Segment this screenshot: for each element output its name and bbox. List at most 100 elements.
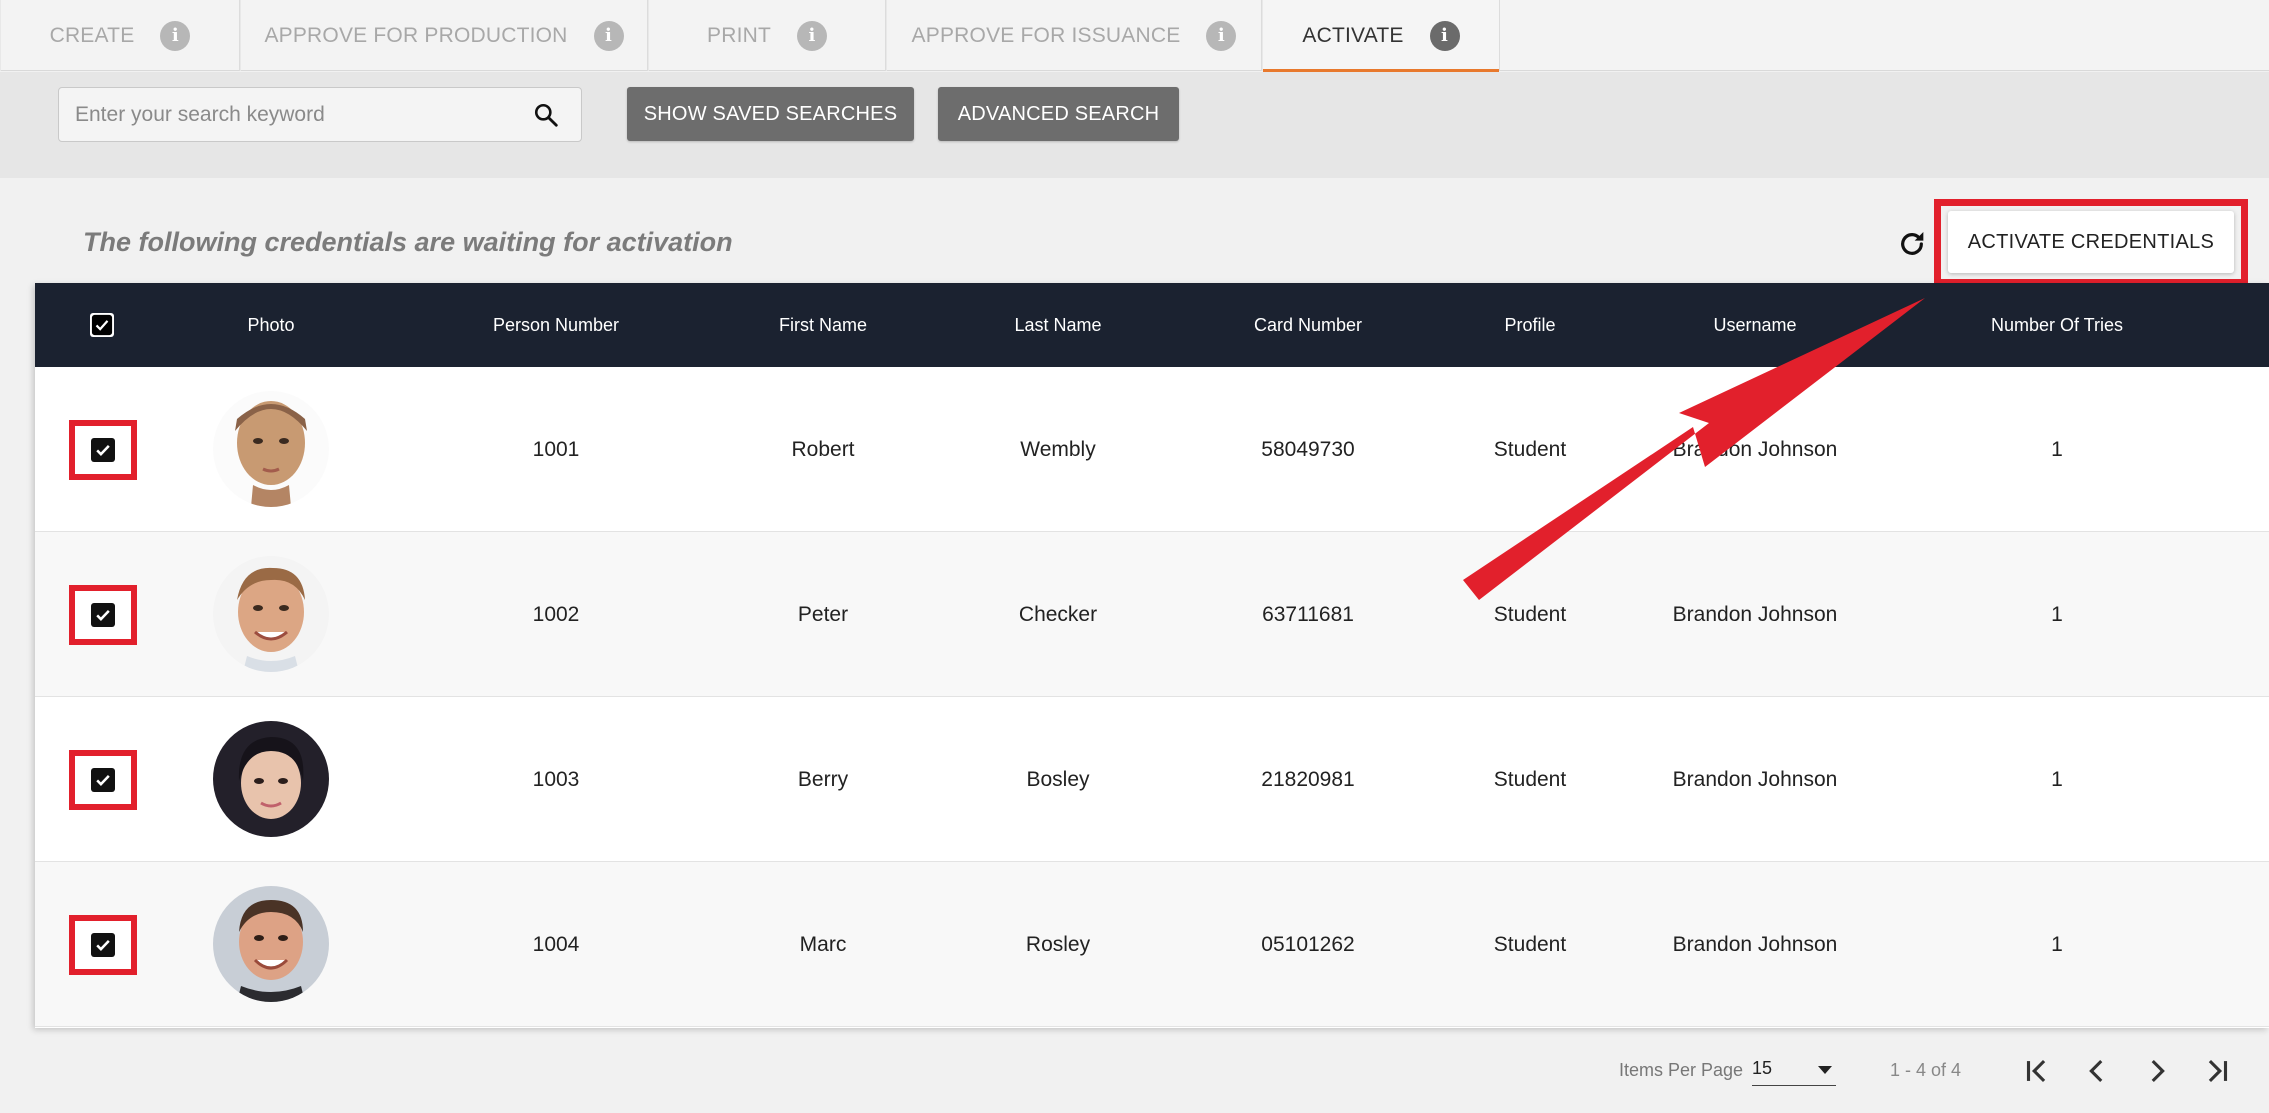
checkbox-checked-icon <box>96 939 110 951</box>
row-checkbox-highlight[interactable] <box>69 750 137 810</box>
search-input[interactable] <box>59 88 519 141</box>
items-per-page-select[interactable]: 15 <box>1752 1054 1836 1086</box>
tab-approve-for-production[interactable]: APPROVE FOR PRODUCTION i <box>240 0 648 71</box>
checkbox-checked-icon <box>96 774 110 786</box>
tab-label: ACTIVATE <box>1302 23 1404 47</box>
cell-card-number: 63711681 <box>1262 602 1354 626</box>
table-row[interactable]: 1004 Marc Rosley 05101262 Student Brando… <box>35 862 2269 1027</box>
cell-first-name: Robert <box>791 437 855 461</box>
avatar <box>213 721 329 837</box>
table-row[interactable]: 1002 Peter Checker 63711681 Student Bran… <box>35 532 2269 697</box>
info-icon[interactable]: i <box>797 20 827 51</box>
cell-card-number: 05101262 <box>1261 932 1355 956</box>
cell-person-number: 1001 <box>532 437 580 461</box>
cell-profile: Student <box>1493 932 1567 956</box>
prev-page-icon[interactable] <box>2080 1054 2114 1088</box>
cell-number-of-tries: 1 <box>2051 602 2063 626</box>
cell-person-number: 1004 <box>532 932 580 956</box>
pagination-bar: Items Per Page 15 1 - 4 of 4 <box>0 1028 2269 1113</box>
cell-first-name: Marc <box>799 932 847 956</box>
table-header: Photo Person Number First Name Last Name… <box>35 283 2269 367</box>
column-header-person-number[interactable]: Person Number <box>493 283 619 367</box>
show-saved-searches-button[interactable]: SHOW SAVED SEARCHES <box>627 87 914 141</box>
person-photo-icon <box>213 556 329 672</box>
column-header-last-name[interactable]: Last Name <box>1014 283 1101 367</box>
cell-username: Brandon Johnson <box>1672 767 1838 791</box>
cell-username: Brandon Johnson <box>1672 932 1838 956</box>
tab-label: PRINT <box>707 23 771 47</box>
row-checkbox-highlight[interactable] <box>69 585 137 645</box>
cell-first-name: Peter <box>797 602 849 626</box>
person-photo-icon <box>213 391 329 507</box>
row-checkbox[interactable] <box>91 438 115 462</box>
tab-label: APPROVE FOR ISSUANCE <box>911 23 1181 47</box>
column-header-photo[interactable]: Photo <box>247 283 294 367</box>
items-per-page-label: Items Per Page <box>1619 1060 1744 1080</box>
info-icon[interactable]: i <box>1429 20 1460 51</box>
cell-last-name: Rosley <box>1025 932 1091 956</box>
cell-number-of-tries: 1 <box>2051 932 2063 956</box>
cell-last-name: Checker <box>1018 602 1098 626</box>
select-all-cell <box>90 283 114 367</box>
cell-person-number: 1002 <box>532 602 580 626</box>
info-icon[interactable]: i <box>1206 20 1237 51</box>
select-all-checkbox[interactable] <box>90 313 114 337</box>
search-icon[interactable] <box>533 102 559 128</box>
annotation-highlight-box <box>1934 199 2248 286</box>
tab-create[interactable]: CREATE i <box>0 0 240 71</box>
row-checkbox[interactable] <box>91 768 115 792</box>
cell-person-number: 1003 <box>532 767 580 791</box>
cell-first-name: Berry <box>797 767 849 791</box>
row-checkbox[interactable] <box>91 933 115 957</box>
tab-label: APPROVE FOR PRODUCTION <box>264 23 568 47</box>
search-box <box>58 87 582 142</box>
avatar <box>213 556 329 672</box>
table-row[interactable]: 1001 Robert Wembly 58049730 Student Bran… <box>35 367 2269 532</box>
avatar <box>213 391 329 507</box>
items-per-page-value: 15 <box>1752 1058 1773 1078</box>
cell-number-of-tries: 1 <box>2051 437 2063 461</box>
cell-number-of-tries: 1 <box>2051 767 2063 791</box>
row-checkbox-highlight[interactable] <box>69 420 137 480</box>
cell-profile: Student <box>1493 602 1567 626</box>
column-header-first-name[interactable]: First Name <box>779 283 867 367</box>
cell-profile: Student <box>1493 767 1567 791</box>
person-photo-icon <box>213 721 329 837</box>
tab-bar: CREATE i APPROVE FOR PRODUCTION i PRINT … <box>0 0 2269 72</box>
cell-last-name: Wembly <box>1020 437 1096 461</box>
cell-last-name: Bosley <box>1026 767 1090 791</box>
credentials-table: Photo Person Number First Name Last Name… <box>35 283 2269 1028</box>
cell-card-number: 58049730 <box>1261 437 1355 461</box>
advanced-search-button[interactable]: ADVANCED SEARCH <box>938 87 1179 141</box>
refresh-icon[interactable] <box>1896 228 1928 260</box>
caret-down-icon <box>1818 1066 1832 1074</box>
avatar <box>213 886 329 1002</box>
tab-approve-for-issuance[interactable]: APPROVE FOR ISSUANCE i <box>886 0 1262 71</box>
tab-print[interactable]: PRINT i <box>648 0 886 71</box>
column-header-profile[interactable]: Profile <box>1504 283 1555 367</box>
column-header-username[interactable]: Username <box>1713 283 1796 367</box>
tab-label: CREATE <box>49 23 135 47</box>
cell-card-number: 21820981 <box>1261 767 1355 791</box>
next-page-icon[interactable] <box>2140 1054 2174 1088</box>
first-page-icon[interactable] <box>2020 1054 2054 1088</box>
person-photo-icon <box>213 886 329 1002</box>
page-heading: The following credentials are waiting fo… <box>83 227 733 257</box>
cell-username: Brandon Johnson <box>1672 602 1838 626</box>
tab-activate[interactable]: ACTIVATE i <box>1262 0 1500 72</box>
search-toolbar: SHOW SAVED SEARCHES ADVANCED SEARCH <box>0 72 2269 178</box>
info-icon[interactable]: i <box>160 20 191 51</box>
row-checkbox-highlight[interactable] <box>69 915 137 975</box>
cell-username: Brandon Johnson <box>1672 437 1838 461</box>
last-page-icon[interactable] <box>2200 1054 2234 1088</box>
table-row[interactable]: 1003 Berry Bosley 21820981 Student Brand… <box>35 697 2269 862</box>
column-header-number-of-tries[interactable]: Number Of Tries <box>1991 283 2123 367</box>
checkbox-checked-icon <box>91 314 113 336</box>
row-checkbox[interactable] <box>91 603 115 627</box>
column-header-card-number[interactable]: Card Number <box>1254 283 1362 367</box>
pagination-range: 1 - 4 of 4 <box>1890 1060 1962 1080</box>
checkbox-checked-icon <box>96 444 110 456</box>
info-icon[interactable]: i <box>593 20 624 51</box>
checkbox-checked-icon <box>96 609 110 621</box>
cell-profile: Student <box>1493 437 1567 461</box>
